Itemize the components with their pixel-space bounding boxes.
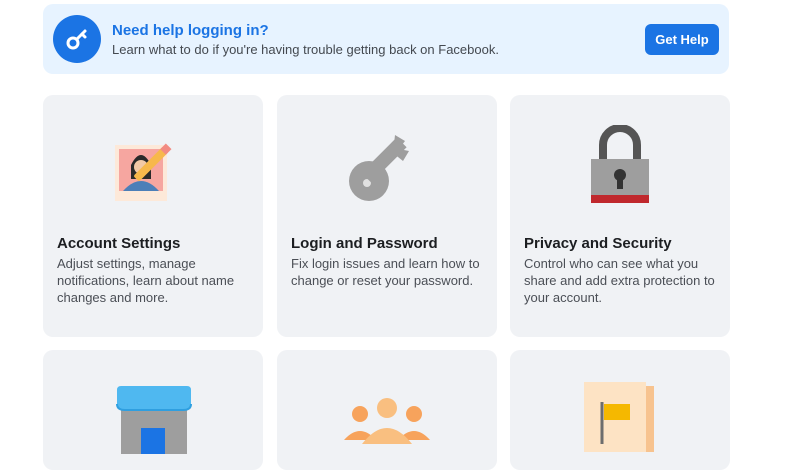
card-title: Privacy and Security (524, 235, 672, 252)
card-marketplace[interactable] (43, 350, 263, 470)
storefront-icon (116, 386, 192, 454)
key-icon (53, 15, 101, 63)
card-description: Fix login issues and learn how to change… (291, 256, 480, 288)
banner-title: Need help logging in? (112, 22, 269, 39)
help-banner: Need help logging in? Learn what to do i… (43, 4, 729, 74)
card-privacy-security[interactable]: Privacy and Security Control who can see… (510, 95, 730, 337)
card-description: Adjust settings, manage notifications, l… (57, 256, 235, 305)
card-pages[interactable] (510, 350, 730, 470)
profile-photo-pencil-icon (115, 143, 172, 201)
card-description: Control who can see what you share and a… (524, 256, 715, 305)
card-account-settings[interactable]: Account Settings Adjust settings, manage… (43, 95, 263, 337)
padlock-icon (591, 125, 649, 203)
key-icon (349, 135, 409, 201)
card-title: Login and Password (291, 235, 438, 252)
flag-document-icon (584, 382, 654, 452)
card-login-password[interactable]: Login and Password Fix login issues and … (277, 95, 497, 337)
card-groups[interactable] (277, 350, 497, 470)
group-people-icon (344, 398, 430, 444)
banner-subtitle: Learn what to do if you're having troubl… (112, 42, 499, 57)
card-title: Account Settings (57, 235, 181, 252)
get-help-button[interactable]: Get Help (645, 24, 719, 55)
